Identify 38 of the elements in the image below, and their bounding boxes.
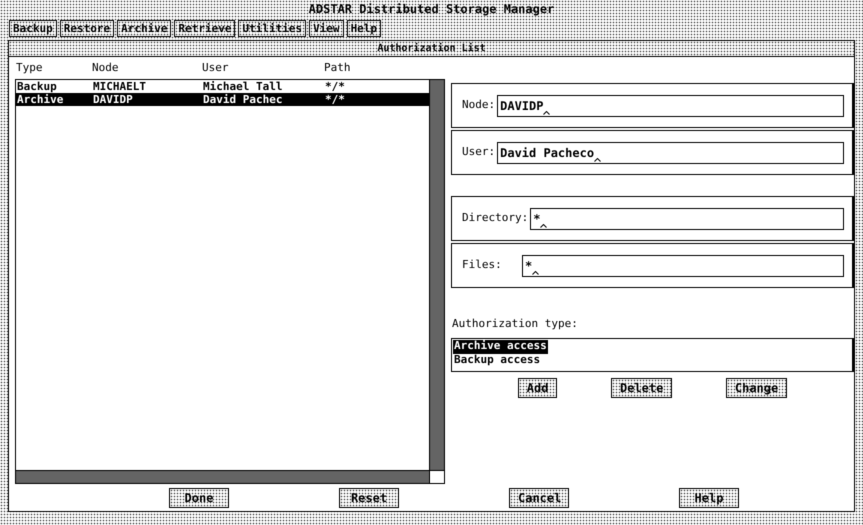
menu-item[interactable]: Help [346,20,382,36]
push-button[interactable]: Add [518,378,558,398]
cursor-icon [543,110,550,114]
menu-item[interactable]: View [309,20,344,36]
push-button[interactable]: Reset [339,488,399,508]
text-field[interactable]: David Pacheco [497,142,844,164]
text-field[interactable]: DAVIDP [497,94,844,116]
cursor-icon [540,224,548,228]
push-button[interactable]: Done [169,488,229,508]
column-header: Node [92,60,120,76]
cursor-icon [594,158,602,162]
field-label: Directory: [462,210,528,226]
panel-title: Authorization List [377,42,486,56]
push-button[interactable]: Cancel [509,488,569,508]
column-header: User [202,60,230,76]
column-header: Type [16,60,44,76]
field-label: User: [462,144,496,160]
list-option[interactable]: Archive access [453,340,548,354]
menu-item[interactable]: Backup [9,20,57,36]
field-label: Files: [462,257,503,274]
push-button[interactable]: Change [726,378,788,398]
field-label: Node: [462,97,496,114]
menu-item[interactable]: Retrieve [174,20,236,36]
push-button[interactable]: Help [679,488,739,508]
menu-item[interactable]: Utilities [238,20,306,36]
text-field[interactable]: * [522,254,844,276]
window-title: ADSTAR Distributed Storage Manager [308,1,554,18]
column-header: Path [324,60,352,76]
text-field[interactable]: * [530,208,844,230]
menu-item[interactable]: Restore [60,20,114,36]
authorization-type-label: Authorization type: [451,316,579,332]
menu-item[interactable]: Archive [117,20,172,36]
cursor-icon [532,270,540,274]
list-row[interactable]: Archive DAVIDP David Pachec */* [16,93,429,106]
list-option[interactable]: Backup access [453,354,542,368]
vertical-scrollbar[interactable] [429,80,444,470]
push-button[interactable]: Delete [610,378,672,398]
horizontal-scrollbar[interactable] [16,471,429,483]
